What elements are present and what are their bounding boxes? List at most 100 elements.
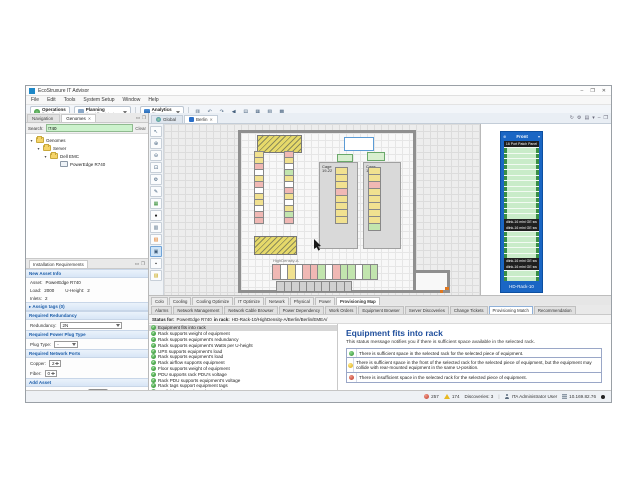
bottom-tab[interactable]: Power Dependency (279, 306, 325, 314)
panel-minimize-icon[interactable]: ❐ (142, 115, 146, 121)
tree-item[interactable]: PowerEdge R740 (26, 160, 148, 168)
panel-minimize-icon[interactable]: ❐ (141, 261, 145, 267)
bottom-tab[interactable]: Provisioning Match (489, 306, 533, 314)
map-tool-icon[interactable]: ▨ (150, 270, 162, 281)
floor-plan-canvas[interactable]: Cage19-22 Cage15-18 Hi (164, 124, 480, 295)
left-panel-tab[interactable]: Navigation (27, 114, 60, 122)
expander-icon[interactable]: ▾ (43, 154, 48, 159)
menu-item[interactable]: System Setup (83, 97, 114, 103)
map-tool-icon[interactable]: ▪ (150, 258, 162, 269)
close-button[interactable]: ✕ (602, 88, 606, 94)
menu-item[interactable]: Tools (64, 97, 76, 103)
warning-counter[interactable]: 174 (444, 394, 460, 399)
rack-cell[interactable] (254, 217, 264, 224)
bottom-tab[interactable]: Network Cable Browser (224, 306, 277, 314)
bottom-tab[interactable]: Server Discoveries (405, 306, 449, 314)
map-tool-icon[interactable]: ▣ (150, 246, 162, 257)
check-label: Rack tags support equipment tags (158, 383, 228, 388)
status-legend-text: There is insufficient space in the selec… (357, 373, 529, 381)
layer-tab[interactable]: Provisioning Map (336, 297, 380, 305)
crac-unit[interactable] (337, 154, 353, 162)
bottom-tab[interactable]: Recommendation (534, 306, 576, 314)
layer-tab[interactable]: Network (265, 297, 289, 305)
layer-tab[interactable]: Power (315, 297, 335, 305)
tree-item[interactable]: ▾ Dell EMC (26, 152, 148, 160)
map-tool-icon[interactable]: ⊖ (150, 150, 162, 161)
fiber-stepper[interactable]: 0 (45, 370, 57, 377)
rack-panel-toolbar-icon[interactable]: ⚙ (577, 115, 581, 121)
tree-item[interactable]: ▾ Genomes (26, 136, 148, 144)
user-indicator[interactable]: ITA Administrator User (505, 394, 558, 399)
map-tool-icon[interactable]: ● (150, 210, 162, 221)
pdu-box[interactable] (344, 137, 374, 151)
map-tool-icon[interactable]: ▧ (150, 234, 162, 245)
server-indicator[interactable]: 10.169.82.76 (562, 394, 596, 399)
bottom-tab[interactable]: Change Tickets (450, 306, 488, 314)
rack-panel-toolbar-icon[interactable]: ▾ (592, 115, 595, 121)
installation-requirements-title[interactable]: Installation Requirements (29, 260, 88, 268)
panel-minimize-icon[interactable]: ▭ (136, 115, 140, 121)
close-icon[interactable]: ✕ (210, 117, 213, 122)
menu-item[interactable]: Help (148, 97, 158, 103)
layer-tab[interactable]: Cooling (169, 297, 192, 305)
rack-cell[interactable] (344, 281, 353, 292)
tree-item-label: PowerEdge R740 (70, 162, 105, 167)
map-tab[interactable]: Global (151, 115, 183, 123)
rack-panel-toolbar-icon[interactable]: ▤ (584, 115, 589, 121)
layer-tab[interactable]: IT Optimize (234, 297, 264, 305)
map-tool-icon[interactable]: ✎ (150, 186, 162, 197)
close-icon[interactable]: ✕ (88, 116, 91, 121)
cage-area[interactable]: Cage19-22 (319, 162, 358, 249)
rack-cell[interactable] (370, 264, 379, 280)
bottom-tab[interactable]: Alarms (151, 306, 172, 314)
tree-item[interactable]: ▾ Server (26, 144, 148, 152)
rack-cell[interactable] (335, 216, 348, 224)
rack-panel-toolbar-icon[interactable]: ❐ (604, 115, 608, 121)
assign-tags-row[interactable]: ▸ Assign tags (0) (26, 302, 148, 311)
redundancy-label: Redundancy: (30, 323, 57, 328)
map-tool-icon[interactable]: ▦ (150, 198, 162, 209)
copper-stepper[interactable]: 2 (49, 360, 61, 367)
bottom-tab[interactable]: Equipment Browser (358, 306, 404, 314)
status-ball-icon (349, 375, 354, 380)
map-tool-icon[interactable]: ⊕ (150, 138, 162, 149)
rack-panel-toolbar-icon[interactable]: – (598, 115, 601, 121)
expander-icon[interactable]: ▾ (36, 146, 41, 151)
check-ok-icon: ✓ (151, 325, 156, 330)
error-counter[interactable]: 257 (424, 394, 439, 399)
menu-item[interactable]: File (31, 97, 39, 103)
discoveries-label[interactable]: Discoveries: 3 (465, 394, 494, 399)
server-address: 10.169.82.76 (569, 394, 596, 399)
menu-item[interactable]: Edit (47, 97, 56, 103)
layer-tab[interactable]: Cooling Optimize (192, 297, 233, 305)
map-tool-icon[interactable]: ↖ (150, 126, 162, 137)
pin-icon[interactable]: ▾ (538, 134, 540, 139)
clear-button[interactable]: Clear (135, 126, 146, 131)
bottom-tab[interactable]: Work Orders (325, 306, 357, 314)
provisioning-match-content: ✓ Equipment fits into rack ✓ Rack suppor… (149, 324, 611, 391)
rack-cell[interactable] (368, 223, 381, 231)
bottom-tab[interactable]: Network Management (173, 306, 223, 314)
rack-u-slot[interactable] (504, 276, 539, 282)
panel-minimize-icon[interactable]: ▭ (135, 261, 139, 267)
rack-elevation[interactable]: ⊕ Front ▾ 16 Port Patch Paneldlink-16 mi… (500, 131, 543, 293)
left-panel-tab[interactable]: Genomes ✕ (61, 114, 96, 122)
map-tool-icon[interactable]: ⊡ (150, 162, 162, 173)
redundancy-select[interactable]: 2N (60, 322, 122, 329)
maximize-button[interactable]: ❐ (590, 88, 594, 94)
rack-cell[interactable] (284, 217, 294, 224)
menu-item[interactable]: Window (123, 97, 141, 103)
minimize-button[interactable]: – (581, 88, 584, 94)
crac-unit[interactable] (367, 152, 385, 161)
map-tool-icon[interactable]: ⚙ (150, 174, 162, 185)
plug-type-select[interactable]: - (54, 341, 78, 348)
layer-tab[interactable]: Physical (290, 297, 314, 305)
search-input[interactable] (46, 124, 134, 132)
map-tool-icon[interactable]: ▥ (150, 222, 162, 233)
cage-area[interactable]: Cage15-18 (363, 162, 401, 249)
rack-panel-toolbar-icon[interactable]: ↻ (570, 115, 574, 121)
expander-icon[interactable]: ▾ (29, 138, 34, 143)
map-tab[interactable]: Berlin ✕ (184, 115, 218, 123)
warning-count: 174 (452, 394, 460, 399)
layer-tab[interactable]: Colo (151, 297, 168, 305)
